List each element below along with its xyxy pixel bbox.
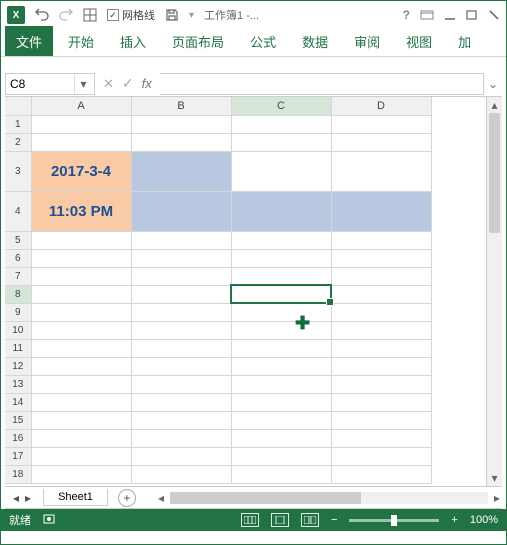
sheet-tabs-bar: ◂ ▸ Sheet1 + ◂ ▸ <box>5 487 502 509</box>
row-header[interactable]: 3 <box>5 151 31 191</box>
tab-file[interactable]: 文件 <box>5 26 53 56</box>
quick-access-toolbar: X ✓ 网格线 ▾ <box>7 6 194 24</box>
tab-review[interactable]: 审阅 <box>343 26 391 56</box>
cell-B4[interactable] <box>131 191 231 231</box>
row-header[interactable]: 12 <box>5 357 31 375</box>
row-header[interactable]: 15 <box>5 411 31 429</box>
maximize-button[interactable] <box>466 9 478 21</box>
tab-data[interactable]: 数据 <box>291 26 339 56</box>
name-box[interactable]: ▾ <box>5 73 95 95</box>
enter-formula-icon: ✓ <box>122 75 134 92</box>
save-button[interactable] <box>165 8 179 22</box>
zoom-in-button[interactable]: + <box>451 514 457 526</box>
cell-C4[interactable] <box>231 191 331 231</box>
gridlines-checkbox[interactable]: ✓ 网格线 <box>107 7 155 23</box>
zoom-out-button[interactable]: − <box>331 514 337 526</box>
row-header[interactable]: 5 <box>5 231 31 249</box>
scrollbar-thumb[interactable] <box>489 113 500 233</box>
formula-bar: ▾ ✕ ✓ fx ⌄ <box>5 71 502 97</box>
row-header[interactable]: 6 <box>5 249 31 267</box>
status-bar: 就绪 − + 100% <box>1 509 506 531</box>
select-all-button[interactable] <box>5 97 31 115</box>
row-header[interactable]: 4 <box>5 191 31 231</box>
page-break-view-button[interactable] <box>301 513 319 527</box>
row-header[interactable]: 9 <box>5 303 31 321</box>
col-header-D[interactable]: D <box>331 97 431 115</box>
excel-icon: X <box>7 6 25 24</box>
col-header-C[interactable]: C <box>231 97 331 115</box>
hscroll-left[interactable]: ◂ <box>156 491 166 505</box>
add-sheet-button[interactable]: + <box>118 489 136 507</box>
zoom-slider[interactable] <box>349 519 439 522</box>
row-header[interactable]: 8 <box>5 285 31 303</box>
tab-home[interactable]: 开始 <box>57 26 105 56</box>
tab-page-layout[interactable]: 页面布局 <box>161 26 235 56</box>
titlebar: X ✓ 网格线 ▾ 工作簿1 -... ? <box>1 1 506 29</box>
cell-B3[interactable] <box>131 151 231 191</box>
page-layout-view-button[interactable] <box>271 513 289 527</box>
cell-A3[interactable]: 2017-3-4 <box>31 151 131 191</box>
scroll-up-button[interactable]: ▴ <box>487 97 502 113</box>
hscroll-right[interactable]: ▸ <box>492 491 502 505</box>
tab-view[interactable]: 视图 <box>395 26 443 56</box>
col-header-A[interactable]: A <box>31 97 131 115</box>
gridlines-label: 网格线 <box>122 7 155 23</box>
row-header[interactable]: 14 <box>5 393 31 411</box>
row-header[interactable]: 13 <box>5 375 31 393</box>
normal-view-button[interactable] <box>241 513 259 527</box>
row-header[interactable]: 10 <box>5 321 31 339</box>
name-box-dropdown[interactable]: ▾ <box>74 74 92 94</box>
tab-insert[interactable]: 插入 <box>109 26 157 56</box>
row-header[interactable]: 2 <box>5 133 31 151</box>
qat-customize-button[interactable]: ▾ <box>189 10 194 21</box>
status-ready: 就绪 <box>9 512 31 528</box>
minimize-button[interactable] <box>444 9 456 21</box>
redo-button[interactable] <box>59 8 73 22</box>
row-header[interactable]: 18 <box>5 465 31 483</box>
grid-button[interactable] <box>83 8 97 22</box>
row-header[interactable]: 16 <box>5 429 31 447</box>
grid-main[interactable]: A B C D 1 2 32017-3-4 411:03 PM 5 6 7 8 … <box>5 97 486 486</box>
cell-C8-selected[interactable] <box>231 285 331 303</box>
close-button[interactable] <box>488 9 500 21</box>
name-box-input[interactable] <box>6 77 74 91</box>
tab-formulas[interactable]: 公式 <box>239 26 287 56</box>
sheet-tab-sheet1[interactable]: Sheet1 <box>43 489 108 506</box>
ribbon-tabs: 文件 开始 插入 页面布局 公式 数据 审阅 视图 加 <box>1 29 506 57</box>
fx-icon[interactable]: fx <box>142 76 152 91</box>
row-header[interactable]: 7 <box>5 267 31 285</box>
scroll-down-button[interactable]: ▾ <box>487 470 502 486</box>
undo-button[interactable] <box>35 8 49 22</box>
row-header[interactable]: 1 <box>5 115 31 133</box>
row-header[interactable]: 11 <box>5 339 31 357</box>
record-macro-icon[interactable] <box>43 513 55 528</box>
sheet-nav-prev[interactable]: ◂ <box>13 491 19 505</box>
check-icon: ✓ <box>107 9 119 21</box>
tab-addins[interactable]: 加 <box>447 26 482 56</box>
cancel-formula-icon: ✕ <box>103 76 114 92</box>
window-title: 工作簿1 -... <box>204 7 259 23</box>
formula-input[interactable] <box>160 73 484 95</box>
formula-expand-button[interactable]: ⌄ <box>484 77 502 91</box>
help-button[interactable]: ? <box>403 8 410 22</box>
cell-D4[interactable] <box>331 191 431 231</box>
ribbon-display-button[interactable] <box>420 10 434 20</box>
horizontal-scrollbar[interactable]: ◂ ▸ <box>156 491 502 505</box>
zoom-level[interactable]: 100% <box>470 514 498 526</box>
col-header-B[interactable]: B <box>131 97 231 115</box>
row-header[interactable]: 17 <box>5 447 31 465</box>
sheet-nav-next[interactable]: ▸ <box>25 491 31 505</box>
cell-A4[interactable]: 11:03 PM <box>31 191 131 231</box>
hscroll-thumb[interactable] <box>170 492 361 504</box>
vertical-scrollbar[interactable]: ▴ ▾ <box>486 97 502 486</box>
